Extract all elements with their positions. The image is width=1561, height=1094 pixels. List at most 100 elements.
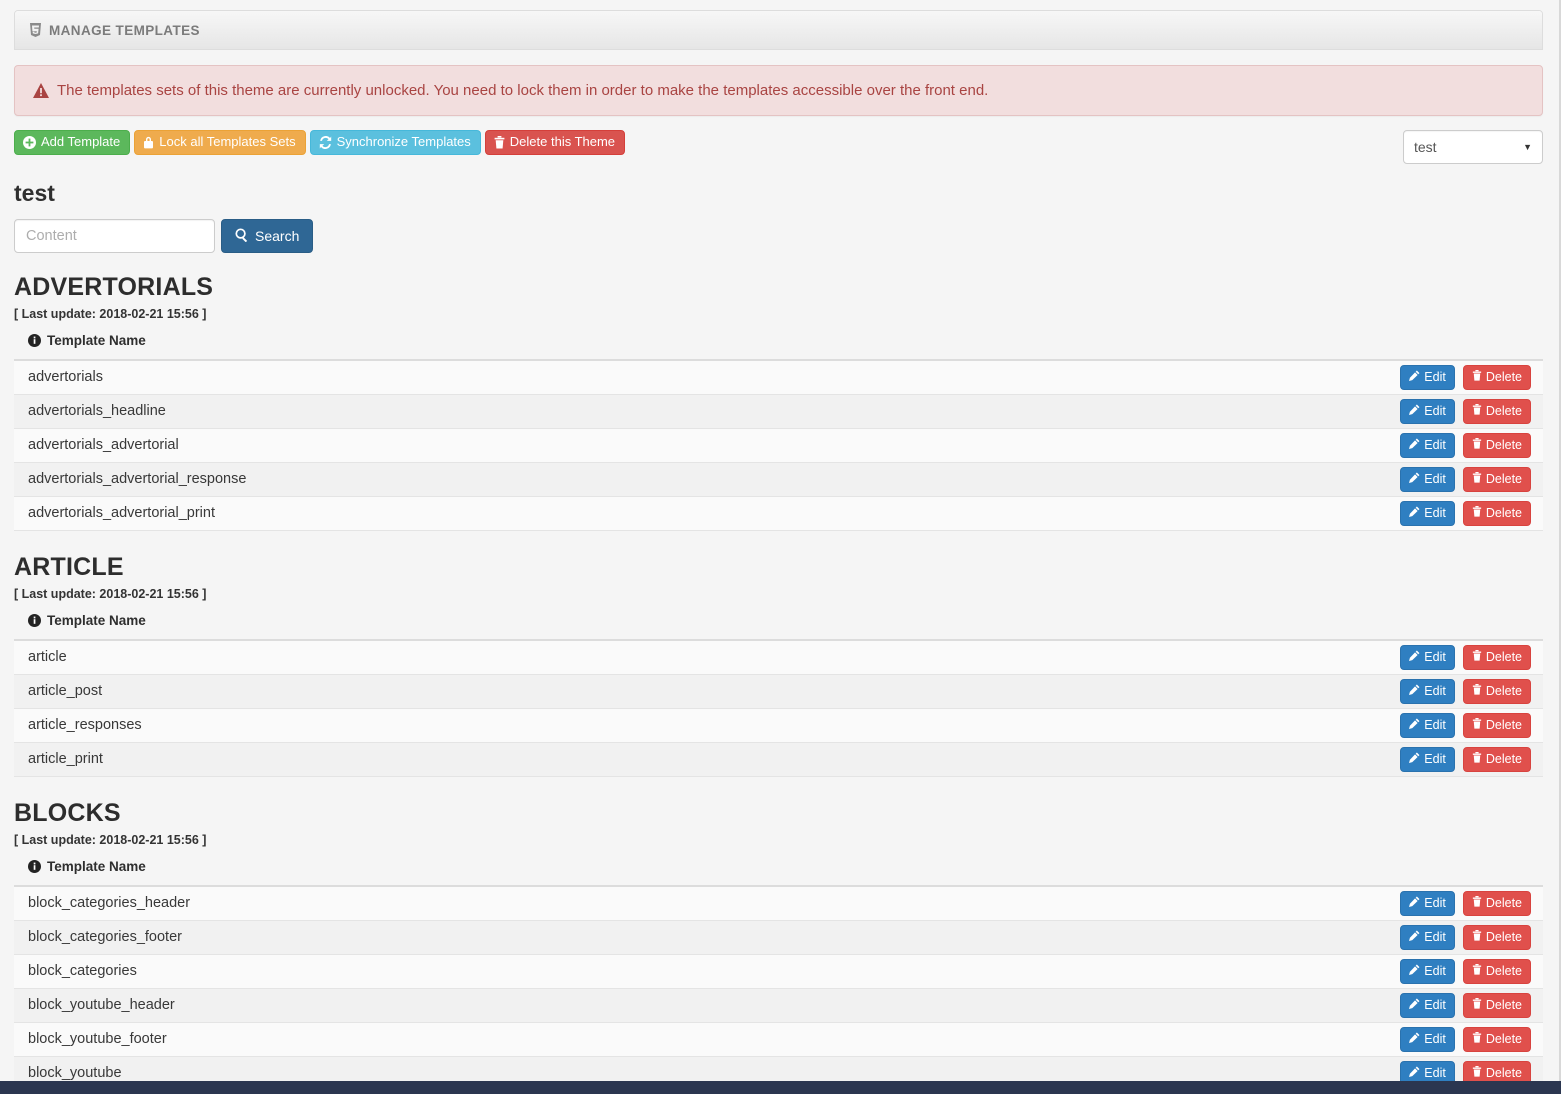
column-header-actions bbox=[951, 333, 1543, 361]
table-row[interactable]: block_youtube_header Edit Delete bbox=[14, 988, 1543, 1023]
edit-label: Edit bbox=[1424, 895, 1446, 910]
delete-button[interactable]: Delete bbox=[1462, 713, 1531, 738]
refresh-icon bbox=[319, 135, 332, 149]
pencil-icon bbox=[1409, 998, 1420, 1013]
bottom-navbar bbox=[0, 1081, 1561, 1094]
template-name-cell: article_responses bbox=[28, 717, 142, 733]
add-template-label: Add Template bbox=[41, 134, 121, 149]
search-button[interactable]: Search bbox=[221, 219, 314, 253]
templates-table: Template Name block_categories_header Ed… bbox=[14, 859, 1543, 1094]
delete-button[interactable]: Delete bbox=[1462, 1027, 1531, 1052]
edit-button[interactable]: Edit bbox=[1400, 713, 1455, 738]
delete-button[interactable]: Delete bbox=[1462, 925, 1531, 950]
row-actions-cell: Edit Delete bbox=[738, 743, 1543, 777]
trash-icon bbox=[1472, 964, 1482, 979]
table-row[interactable]: block_categories Edit Delete bbox=[14, 954, 1543, 989]
table-row[interactable]: advertorials_advertorial_response Edit D… bbox=[14, 462, 1543, 497]
delete-button[interactable]: Delete bbox=[1462, 747, 1531, 772]
delete-label: Delete bbox=[1485, 717, 1522, 732]
edit-label: Edit bbox=[1424, 471, 1446, 486]
pencil-icon bbox=[1409, 684, 1420, 699]
table-head: Template Name bbox=[14, 859, 1543, 887]
delete-button[interactable]: Delete bbox=[1462, 433, 1531, 458]
synchronize-templates-button[interactable]: Synchronize Templates bbox=[309, 130, 481, 156]
edit-button[interactable]: Edit bbox=[1400, 959, 1455, 984]
delete-label: Delete bbox=[1485, 369, 1522, 384]
lock-all-templates-sets-button[interactable]: Lock all Templates Sets bbox=[134, 130, 306, 156]
warning-triangle-icon bbox=[33, 83, 49, 98]
unlocked-templates-alert: The templates sets of this theme are cur… bbox=[14, 65, 1543, 116]
edit-button[interactable]: Edit bbox=[1400, 433, 1455, 458]
delete-button[interactable]: Delete bbox=[1462, 993, 1531, 1018]
pencil-icon bbox=[1409, 438, 1420, 453]
delete-label: Delete bbox=[1485, 963, 1522, 978]
edit-button[interactable]: Edit bbox=[1400, 891, 1455, 916]
delete-button[interactable]: Delete bbox=[1462, 891, 1531, 916]
column-header-template-name: Template Name bbox=[14, 613, 738, 641]
column-header-template-name: Template Name bbox=[14, 859, 891, 887]
alert-message: The templates sets of this theme are cur… bbox=[57, 82, 989, 99]
pencil-icon bbox=[1409, 964, 1420, 979]
search-icon bbox=[235, 227, 249, 245]
delete-button[interactable]: Delete bbox=[1462, 467, 1531, 492]
table-row[interactable]: article_post Edit Delete bbox=[14, 674, 1543, 709]
edit-button[interactable]: Edit bbox=[1400, 747, 1455, 772]
pencil-icon bbox=[1409, 896, 1420, 911]
template-section: ARTICLE [ Last update: 2018-02-21 15:56 … bbox=[0, 553, 1561, 777]
template-name-cell: block_youtube_footer bbox=[28, 1031, 167, 1047]
table-row[interactable]: advertorials_advertorial Edit Delete bbox=[14, 428, 1543, 463]
table-row[interactable]: block_categories_header Edit Delete bbox=[14, 886, 1543, 921]
table-header-row: Template Name bbox=[14, 333, 1543, 361]
pencil-icon bbox=[1409, 506, 1420, 521]
edit-button[interactable]: Edit bbox=[1400, 645, 1455, 670]
edit-button[interactable]: Edit bbox=[1400, 365, 1455, 390]
delete-button[interactable]: Delete bbox=[1462, 679, 1531, 704]
table-row[interactable]: block_youtube_footer Edit Delete bbox=[14, 1022, 1543, 1057]
search-button-label: Search bbox=[255, 228, 300, 244]
section-title: BLOCKS bbox=[14, 799, 121, 827]
edit-button[interactable]: Edit bbox=[1400, 993, 1455, 1018]
edit-button[interactable]: Edit bbox=[1400, 501, 1455, 526]
column-header-label: Template Name bbox=[47, 613, 146, 628]
edit-label: Edit bbox=[1424, 505, 1446, 520]
trash-icon bbox=[1472, 752, 1482, 767]
column-header-label: Template Name bbox=[47, 333, 146, 348]
theme-select[interactable]: test ▼ bbox=[1403, 130, 1543, 164]
pencil-icon bbox=[1409, 718, 1420, 733]
table-row[interactable]: article_print Edit Delete bbox=[14, 742, 1543, 777]
trash-icon bbox=[1472, 1032, 1482, 1047]
edit-label: Edit bbox=[1424, 1065, 1446, 1080]
add-template-button[interactable]: Add Template bbox=[14, 130, 131, 156]
edit-button[interactable]: Edit bbox=[1400, 1027, 1455, 1052]
trash-icon bbox=[1472, 370, 1482, 385]
delete-button[interactable]: Delete bbox=[1462, 365, 1531, 390]
delete-label: Delete bbox=[1485, 403, 1522, 418]
trash-icon bbox=[1472, 1066, 1482, 1081]
edit-button[interactable]: Edit bbox=[1400, 467, 1455, 492]
edit-button[interactable]: Edit bbox=[1400, 399, 1455, 424]
edit-button[interactable]: Edit bbox=[1400, 925, 1455, 950]
delete-theme-button[interactable]: Delete this Theme bbox=[484, 130, 626, 156]
edit-button[interactable]: Edit bbox=[1400, 679, 1455, 704]
delete-button[interactable]: Delete bbox=[1462, 399, 1531, 424]
table-row[interactable]: advertorials_advertorial_print Edit Dele… bbox=[14, 496, 1543, 531]
scroll-area[interactable]: MANAGE TEMPLATES The templates sets of t… bbox=[0, 0, 1561, 1094]
table-row[interactable]: block_categories_footer Edit Delete bbox=[14, 920, 1543, 955]
delete-button[interactable]: Delete bbox=[1462, 645, 1531, 670]
table-row[interactable]: advertorials_headline Edit Delete bbox=[14, 394, 1543, 429]
table-row[interactable]: advertorials Edit Delete bbox=[14, 360, 1543, 395]
section-last-update: [ Last update: 2018-02-21 15:56 ] bbox=[14, 307, 207, 321]
row-actions-cell: Edit Delete bbox=[738, 640, 1543, 675]
search-input[interactable] bbox=[14, 219, 215, 253]
table-head: Template Name bbox=[14, 613, 1543, 641]
table-row[interactable]: article Edit Delete bbox=[14, 640, 1543, 675]
delete-button[interactable]: Delete bbox=[1462, 501, 1531, 526]
template-name-cell: block_categories_header bbox=[28, 895, 191, 911]
section-title: ARTICLE bbox=[14, 553, 124, 581]
delete-button[interactable]: Delete bbox=[1462, 959, 1531, 984]
table-row[interactable]: article_responses Edit Delete bbox=[14, 708, 1543, 743]
delete-label: Delete bbox=[1485, 929, 1522, 944]
edit-label: Edit bbox=[1424, 1031, 1446, 1046]
delete-label: Delete bbox=[1485, 683, 1522, 698]
pencil-icon bbox=[1409, 1066, 1420, 1081]
